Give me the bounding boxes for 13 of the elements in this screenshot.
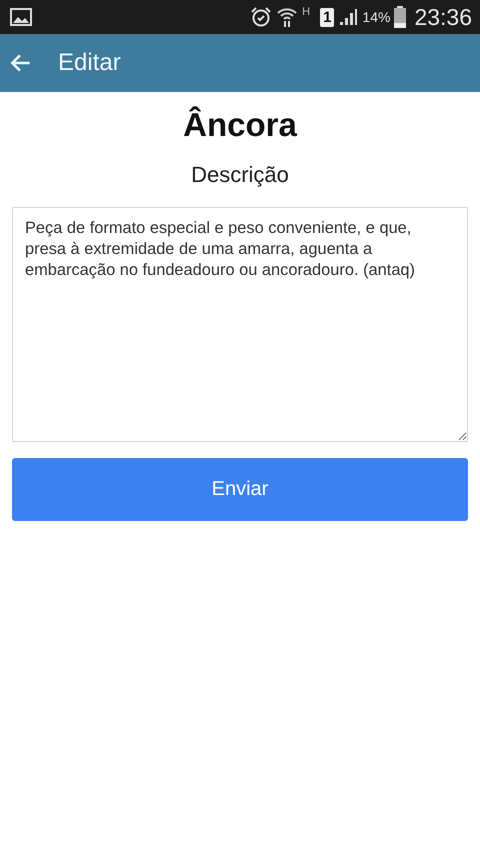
send-button[interactable]: Enviar: [12, 458, 468, 520]
image-icon: [10, 8, 32, 26]
description-field[interactable]: Peça de formato especial e peso conveniente, e que, presa à extremidade de uma amarra, aguenta a embarcação no fundeadouro ou ancoradouro. (antaq): [12, 206, 468, 442]
signal-icon: [338, 7, 358, 27]
clock-time: 23:36: [414, 2, 472, 32]
alarm-icon: [250, 6, 272, 28]
battery-icon: [394, 6, 406, 28]
screen-title: Editar: [58, 48, 121, 78]
battery-percentage: 14%: [362, 8, 390, 26]
network-type-text: H: [302, 4, 310, 20]
sim-indicator: 1: [320, 8, 334, 26]
description-label: Descrição: [191, 160, 289, 189]
term-heading: Âncora: [183, 105, 297, 145]
